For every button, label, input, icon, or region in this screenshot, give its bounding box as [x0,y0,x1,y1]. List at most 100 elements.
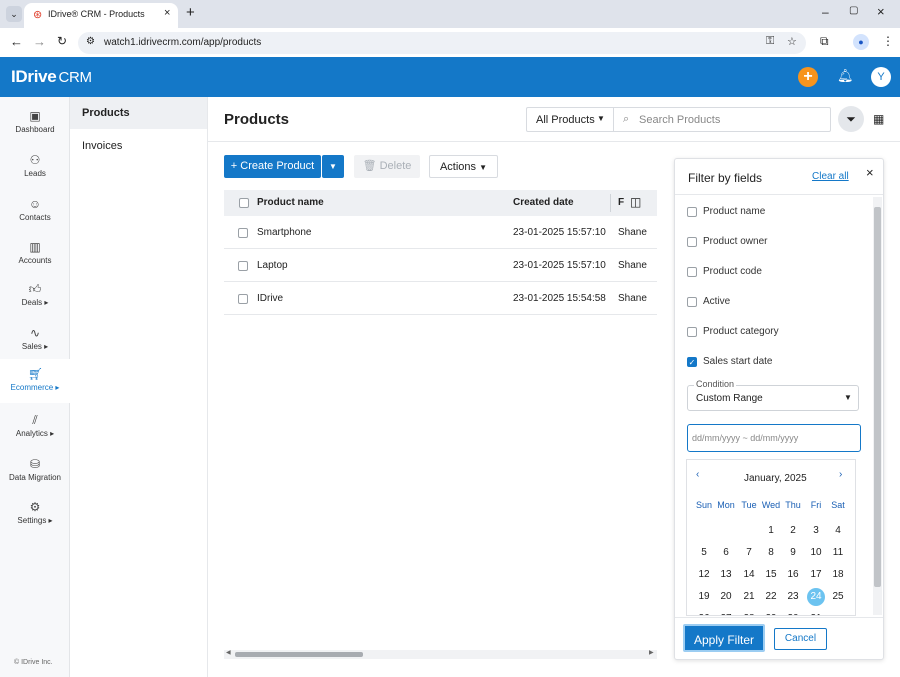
row-checkbox[interactable] [238,294,248,304]
calendar-day[interactable]: 23 [782,588,804,606]
subnav-item-invoices[interactable]: Invoices [70,130,207,162]
calendar-day[interactable]: 20 [715,588,737,606]
search-input[interactable]: Search Products [639,114,720,126]
column-header-product-name[interactable]: Product name [257,197,324,208]
prev-month-icon[interactable]: ‹ [696,469,699,480]
calendar-day[interactable]: 31 [805,610,827,615]
extensions-icon[interactable]: ⧉ [820,34,829,49]
sidebar-item-settings[interactable]: ⚙ Settings ▸ [0,496,70,538]
calendar-day[interactable]: 16 [782,566,804,584]
sidebar-item-analytics[interactable]: ⫽ Analytics ▸ [0,409,70,451]
reload-icon[interactable]: ↻ [57,34,67,48]
create-product-button[interactable]: + Create Product [224,155,321,178]
apply-filter-button[interactable]: Apply Filter [683,624,765,652]
actions-button[interactable]: Actions ▼ [429,155,498,178]
calendar-day[interactable]: 4 [827,522,849,540]
create-dropdown-button[interactable]: ▼ [322,155,344,178]
calendar-day[interactable]: 26 [693,610,715,615]
url-bar[interactable]: ⚙ watch1.idrivecrm.com/app/products ⚿ ☆ [78,32,806,54]
date-range-input[interactable]: dd/mm/yyyy ~ dd/mm/yyyy [687,424,861,452]
maximize-icon[interactable]: ▢ [849,5,858,16]
sidebar-item-accounts[interactable]: ▥ Accounts [0,236,70,278]
calendar-day[interactable]: 29 [760,610,782,615]
notification-bell-icon[interactable]: 🔔︎ [837,68,854,84]
sidebar-item-ecommerce[interactable]: 🛒︎ Ecommerce ▸ [0,359,70,403]
product-name-cell[interactable]: Laptop [257,249,288,282]
calendar-day[interactable]: 12 [693,566,715,584]
quick-create-button[interactable]: + [798,67,818,87]
close-tab-icon[interactable]: × [164,7,170,19]
calendar-day[interactable]: 13 [715,566,737,584]
sidebar-item-contacts[interactable]: ☺ Contacts [0,193,70,235]
delete-button[interactable]: 🗑︎ Delete [354,155,420,178]
calendar-day[interactable]: 15 [760,566,782,584]
calendar-day[interactable]: 28 [738,610,760,615]
calendar-day[interactable]: 21 [738,588,760,606]
calendar-day[interactable]: 3 [805,522,827,540]
table-row[interactable]: IDrive 23-01-2025 15:54:58 Shane [224,282,657,315]
calendar-day[interactable]: 14 [738,566,760,584]
calendar-day[interactable]: 18 [827,566,849,584]
column-header-created-date[interactable]: Created date [513,197,574,208]
calendar-day[interactable]: 10 [805,544,827,562]
calendar-day-today[interactable]: 24 [807,588,825,606]
calendar-day[interactable]: 5 [693,544,715,562]
clear-all-link[interactable]: Clear all [812,171,849,182]
idrive-logo[interactable]: IDrive CRM [11,67,92,87]
cancel-button[interactable]: Cancel [774,628,827,650]
close-window-icon[interactable]: × [877,4,885,19]
site-info-icon[interactable]: ⚙ [86,36,95,47]
product-name-cell[interactable]: IDrive [257,282,283,315]
panel-scrollbar[interactable] [873,197,882,615]
view-select[interactable]: All Products ▼ [526,107,614,132]
sidebar-item-data-migration[interactable]: ⛁ Data Migration [0,453,70,495]
table-row[interactable]: Laptop 23-01-2025 15:57:10 Shane [224,249,657,282]
calendar-day[interactable]: 17 [805,566,827,584]
browser-tab[interactable]: ⊛ IDrive® CRM - Products × [24,3,178,28]
calendar-day[interactable]: 30 [782,610,804,615]
condition-select[interactable]: Condition Custom Range ▼ [687,379,859,411]
field-checkbox-checked[interactable]: ✓ [687,357,697,367]
calendar-day[interactable]: 1 [760,522,782,540]
field-checkbox[interactable] [687,267,697,277]
field-checkbox[interactable] [687,297,697,307]
close-icon[interactable]: × [866,165,874,180]
calendar-day[interactable]: 11 [827,544,849,562]
calendar-day[interactable]: 27 [715,610,737,615]
calendar-day[interactable]: 22 [760,588,782,606]
password-key-icon[interactable]: ⚿ [766,35,774,48]
minimize-icon[interactable]: – [822,5,829,19]
column-header-owner[interactable]: F [618,197,624,208]
calendar-day[interactable]: 2 [782,522,804,540]
user-avatar[interactable]: Y [871,67,891,87]
calendar-day[interactable]: 25 [827,588,849,606]
back-icon[interactable]: ← [10,34,23,49]
next-month-icon[interactable]: › [839,469,842,480]
field-checkbox[interactable] [687,327,697,337]
browser-menu-icon[interactable]: ⋮ [882,34,894,48]
product-name-cell[interactable]: Smartphone [257,216,311,249]
scrollbar-thumb[interactable] [235,652,363,657]
bookmark-star-icon[interactable]: ☆ [787,35,797,48]
sidebar-item-sales[interactable]: ∿ Sales ▸ [0,322,70,364]
table-row[interactable]: Smartphone 23-01-2025 15:57:10 Shane [224,216,657,249]
subnav-item-products[interactable]: Products [70,97,207,129]
calendar-day[interactable]: 7 [738,544,760,562]
scroll-left-icon[interactable]: ◀ [226,649,231,656]
filter-toggle-button[interactable]: ⏷ [838,106,864,132]
calendar-view-icon[interactable]: ▦ [873,112,884,126]
sidebar-item-leads[interactable]: ⚇ Leads [0,149,70,191]
sidebar-item-deals[interactable]: 👍︎ Deals ▸ [0,278,70,320]
tab-search-button[interactable]: ⌄ [6,6,22,22]
search-box[interactable]: ⌕ Search Products [613,107,831,132]
select-all-checkbox[interactable] [239,198,249,208]
field-checkbox[interactable] [687,237,697,247]
column-settings-icon[interactable]: ◫ [630,195,641,209]
forward-icon[interactable]: → [33,34,46,49]
row-checkbox[interactable] [238,228,248,238]
horizontal-scrollbar[interactable]: ◀ ▶ [224,650,657,659]
row-checkbox[interactable] [238,261,248,271]
field-checkbox[interactable] [687,207,697,217]
sidebar-item-dashboard[interactable]: ▣ Dashboard [0,105,70,147]
scroll-right-icon[interactable]: ▶ [649,649,654,656]
